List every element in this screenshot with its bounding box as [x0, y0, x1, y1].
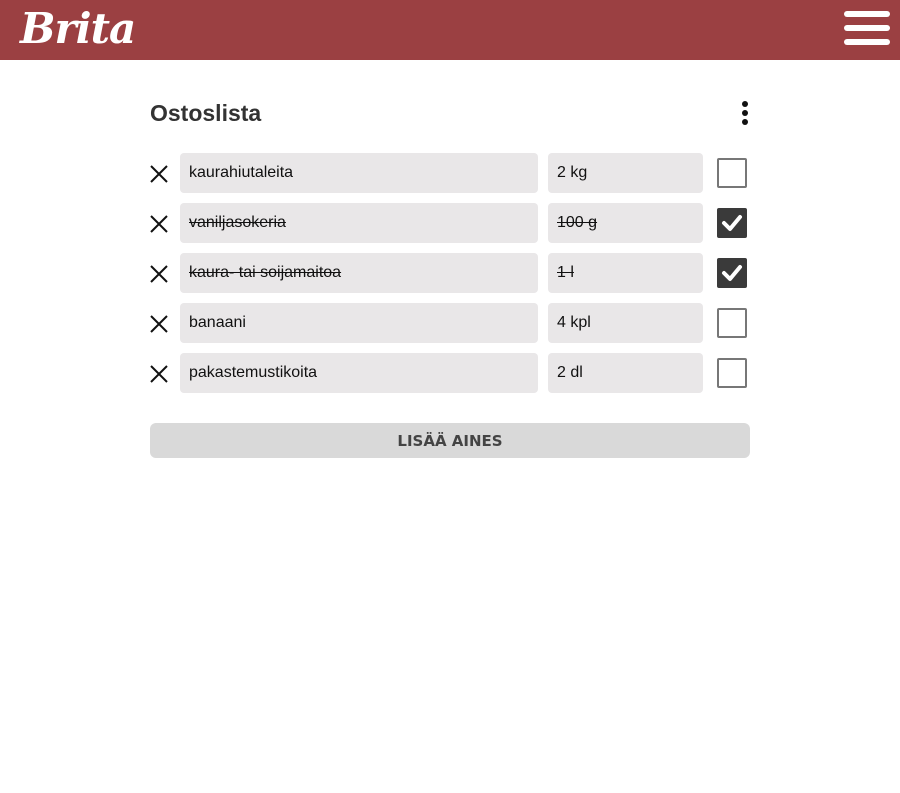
kebab-dot: [742, 101, 748, 107]
page-title: Ostoslista: [150, 100, 262, 126]
item-amount-input[interactable]: [548, 303, 703, 343]
item-name-input[interactable]: [180, 353, 538, 393]
item-amount-input[interactable]: [548, 253, 703, 293]
kebab-dot: [742, 119, 748, 125]
hamburger-menu-icon[interactable]: [844, 11, 890, 47]
remove-item-icon[interactable]: [150, 215, 168, 233]
hamburger-line: [844, 11, 890, 17]
remove-item-icon[interactable]: [150, 265, 168, 283]
item-checkbox[interactable]: [717, 258, 747, 288]
list-item: [150, 253, 750, 293]
add-ingredient-button[interactable]: LISÄÄ AINES: [150, 423, 750, 458]
item-name-input[interactable]: [180, 203, 538, 243]
list-item: [150, 303, 750, 343]
item-checkbox[interactable]: [717, 358, 747, 388]
top-bar: Brita: [0, 0, 900, 60]
remove-item-icon[interactable]: [150, 365, 168, 383]
item-checkbox[interactable]: [717, 208, 747, 238]
item-name-input[interactable]: [180, 303, 538, 343]
kebab-dot: [742, 110, 748, 116]
shopping-list-panel: Ostoslista kaurahiutaleita 2 kg vaniljas…: [150, 60, 750, 458]
item-list: [150, 153, 750, 393]
item-checkbox[interactable]: [717, 308, 747, 338]
list-header: Ostoslista: [150, 60, 750, 153]
list-item: [150, 203, 750, 243]
item-amount-input[interactable]: [548, 353, 703, 393]
item-name-input[interactable]: [180, 253, 538, 293]
list-item: [150, 353, 750, 393]
item-checkbox[interactable]: [717, 158, 747, 188]
hamburger-line: [844, 39, 890, 45]
hamburger-line: [844, 25, 890, 31]
list-item: [150, 153, 750, 193]
kebab-menu-icon[interactable]: [742, 100, 750, 126]
item-amount-input[interactable]: [548, 203, 703, 243]
brita-logo[interactable]: Brita: [20, 4, 136, 53]
remove-item-icon[interactable]: [150, 165, 168, 183]
remove-item-icon[interactable]: [150, 315, 168, 333]
item-name-input[interactable]: [180, 153, 538, 193]
item-amount-input[interactable]: [548, 153, 703, 193]
